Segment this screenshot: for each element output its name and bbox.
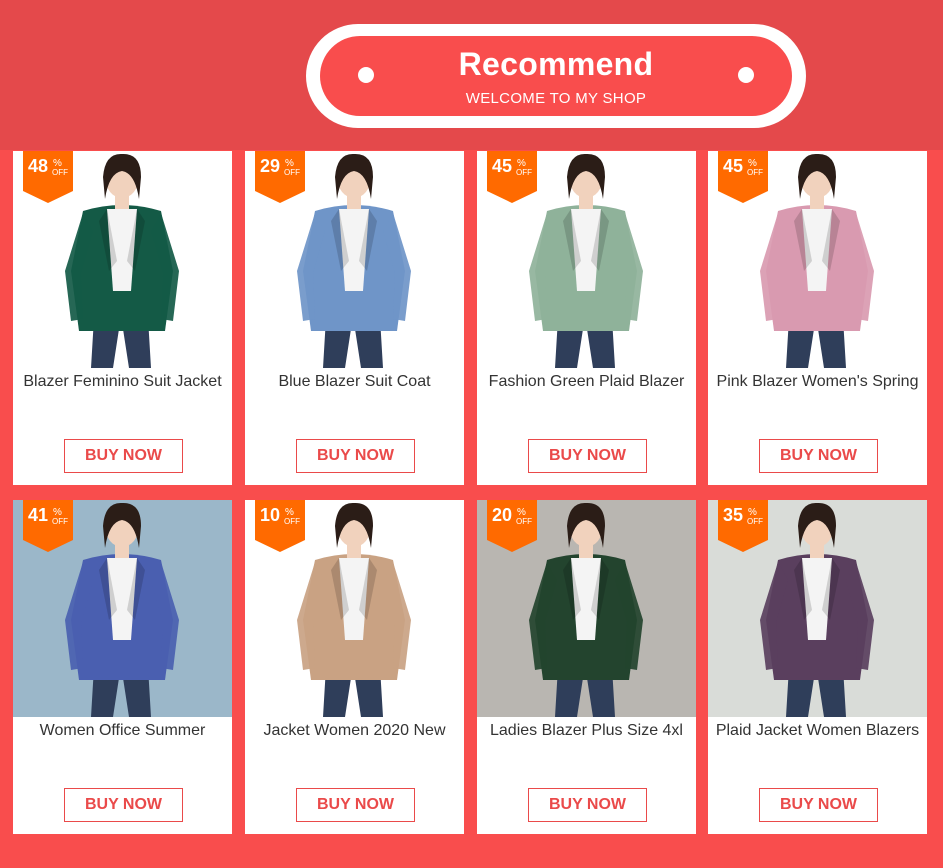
product-card[interactable]: 45% OFF Pink Blazer Women's Spring BUY NOW [708, 151, 927, 485]
product-card[interactable]: 29% OFF Blue Blazer Suit Coat BUY NOW [245, 151, 464, 485]
discount-value: 45 [492, 156, 513, 176]
discount-value: 10 [260, 505, 281, 525]
product-title[interactable]: Blazer Feminino Suit Jacket [13, 373, 232, 391]
discount-off-label: OFF [52, 517, 68, 526]
product-title[interactable]: Fashion Green Plaid Blazer [477, 373, 696, 391]
discount-value: 20 [492, 505, 513, 525]
discount-off-label: OFF [284, 168, 300, 177]
discount-off-label: OFF [516, 517, 532, 526]
discount-value: 45 [723, 156, 744, 176]
product-title[interactable]: Pink Blazer Women's Spring [708, 373, 927, 391]
buy-now-button[interactable]: BUY NOW [296, 439, 415, 473]
product-card[interactable]: 35% OFF Plaid Jacket Women Blazers BUY NOW [708, 500, 927, 834]
product-title[interactable]: Blue Blazer Suit Coat [245, 373, 464, 391]
banner-title: Recommend [458, 46, 654, 82]
product-card[interactable]: 10% OFF Jacket Women 2020 New BUY NOW [245, 500, 464, 834]
discount-value: 29 [260, 156, 281, 176]
product-title[interactable]: Plaid Jacket Women Blazers [708, 722, 927, 740]
product-card[interactable]: 45% OFF Fashion Green Plaid Blazer BUY NOW [477, 151, 696, 485]
recommend-banner-inner: Recommend WELCOME TO MY SHOP [320, 36, 792, 116]
discount-badge: 35% OFF [718, 500, 768, 552]
buy-now-button[interactable]: BUY NOW [64, 439, 183, 473]
discount-badge: 10% OFF [255, 500, 305, 552]
shop-header: Recommend WELCOME TO MY SHOP [0, 0, 943, 150]
recommend-banner: Recommend WELCOME TO MY SHOP [306, 24, 806, 128]
discount-off-label: OFF [52, 168, 68, 177]
discount-badge: 48% OFF [23, 151, 73, 203]
discount-value: 35 [723, 505, 744, 525]
discount-badge: 29% OFF [255, 151, 305, 203]
product-card[interactable]: 41% OFF Women Office Summer BUY NOW [13, 500, 232, 834]
buy-now-button[interactable]: BUY NOW [64, 788, 183, 822]
discount-off-label: OFF [747, 517, 763, 526]
discount-off-label: OFF [284, 517, 300, 526]
product-card[interactable]: 48% OFF Blazer Feminino Suit Jacket BUY NOW [13, 151, 232, 485]
buy-now-button[interactable]: BUY NOW [759, 788, 878, 822]
discount-off-label: OFF [516, 168, 532, 177]
discount-badge: 45% OFF [718, 151, 768, 203]
discount-badge: 45% OFF [487, 151, 537, 203]
product-title[interactable]: Ladies Blazer Plus Size 4xl [477, 722, 696, 740]
banner-subtitle: WELCOME TO MY SHOP [465, 90, 647, 107]
discount-off-label: OFF [747, 168, 763, 177]
buy-now-button[interactable]: BUY NOW [528, 439, 647, 473]
buy-now-button[interactable]: BUY NOW [296, 788, 415, 822]
discount-badge: 20% OFF [487, 500, 537, 552]
product-card[interactable]: 20% OFF Ladies Blazer Plus Size 4xl BUY NOW [477, 500, 696, 834]
buy-now-button[interactable]: BUY NOW [528, 788, 647, 822]
product-title[interactable]: Jacket Women 2020 New [245, 722, 464, 740]
discount-value: 41 [28, 505, 49, 525]
discount-value: 48 [28, 156, 49, 176]
buy-now-button[interactable]: BUY NOW [759, 439, 878, 473]
discount-badge: 41% OFF [23, 500, 73, 552]
product-title[interactable]: Women Office Summer [13, 722, 232, 740]
